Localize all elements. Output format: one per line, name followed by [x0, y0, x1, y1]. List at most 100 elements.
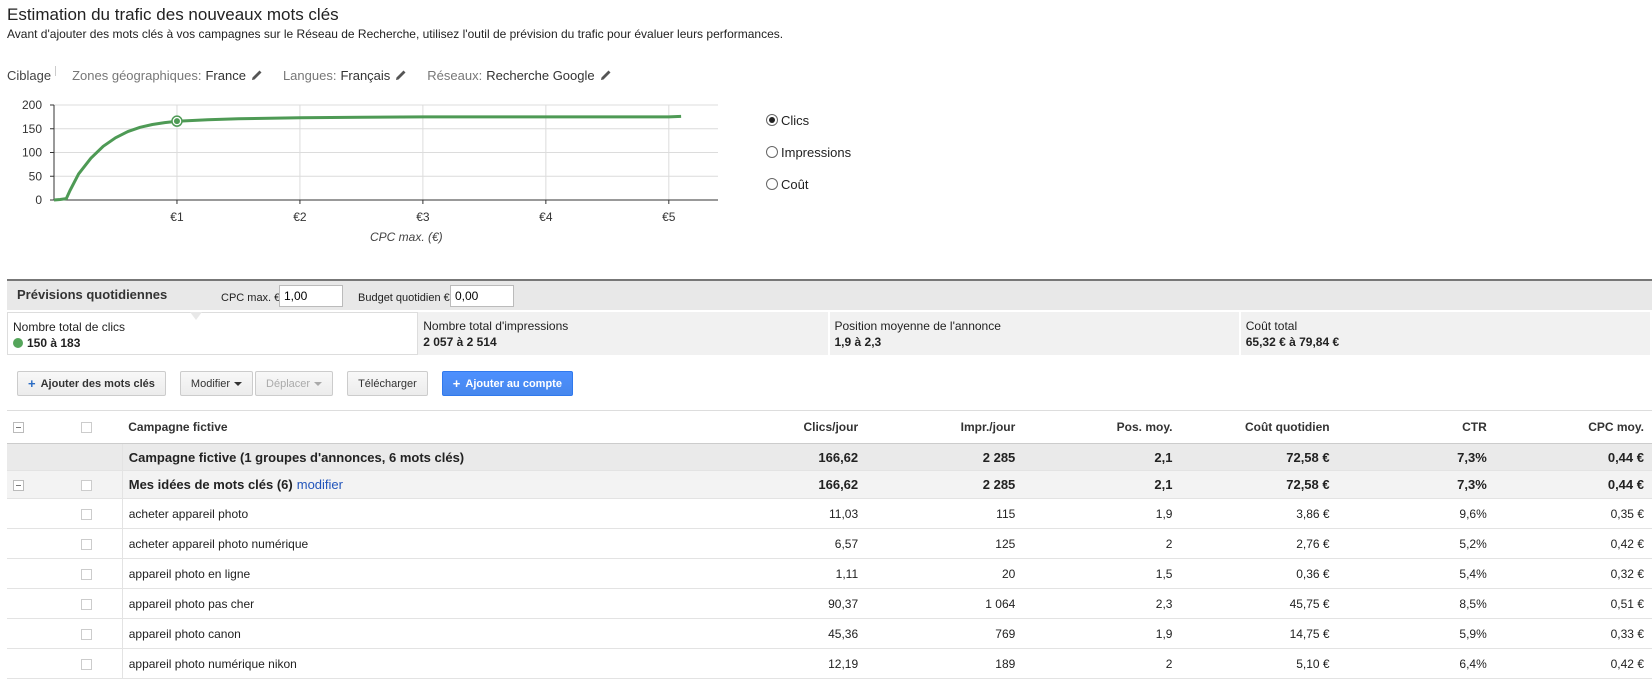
y-tick-label: 100 — [22, 146, 42, 160]
plus-icon: + — [452, 376, 461, 391]
metric-option-clicks[interactable]: Clics — [766, 112, 851, 128]
plus-icon: + — [28, 376, 36, 391]
targeting-network-key: Réseaux: — [427, 67, 483, 83]
keyword-metric: 45,36 — [708, 618, 867, 649]
page-title: Estimation du trafic des nouveaux mots c… — [7, 5, 339, 24]
keyword-metric: 6,57 — [708, 528, 867, 559]
keyword-metric: 769 — [866, 618, 1024, 649]
forecast-chart-svg: 0 50 100 150 200 €1 €2 €3 €4 €5 — [22, 98, 718, 224]
modify-group-link[interactable]: modifier — [297, 477, 343, 492]
ad-group-metric: 72,58 € — [1180, 470, 1338, 499]
chevron-down-icon — [234, 381, 243, 386]
empty-cell — [7, 588, 76, 619]
table-row: acheter appareil photo numérique 6,57 125 2… — [7, 528, 1652, 559]
row-checkbox[interactable] — [81, 658, 93, 670]
targeting-language[interactable]: Langues: Français — [283, 68, 407, 83]
ad-group-name: Mes idées de mots clés (6) — [128, 477, 293, 492]
keyword-cell: appareil photo en ligne — [121, 558, 709, 589]
keyword-metric: 20 — [866, 558, 1024, 589]
stat-total-impressions[interactable]: Nombre total d'impressions 2 057 à 2 514 — [418, 312, 830, 355]
keyword-metric: 0,33 € — [1494, 618, 1652, 649]
targeting-network[interactable]: Réseaux: Recherche Google — [427, 68, 611, 83]
ad-group-name-cell: Mes idées de mots clés (6) modifier — [121, 470, 709, 499]
table-header-row: Campagne fictive Clics/jour Impr./jour Pos.… — [7, 410, 1652, 444]
max-cpc-label: CPC max. € — [221, 292, 281, 304]
row-checkbox[interactable] — [81, 568, 93, 580]
stat-total-cost[interactable]: Coût total 65,32 € à 79,84 € — [1240, 312, 1652, 355]
keyword-metric: 5,4% — [1337, 558, 1495, 589]
ad-group-row: Mes idées de mots clés (6) modifier 166,62… — [7, 470, 1652, 499]
campaign-metric: 166,62 — [708, 443, 867, 471]
pencil-icon[interactable] — [600, 69, 612, 81]
page-subtitle: Avant d'ajouter des mots clés à vos camp… — [7, 27, 784, 41]
column-header[interactable]: CTR — [1337, 410, 1495, 444]
move-dropdown[interactable]: Déplacer — [255, 371, 334, 396]
collapse-icon[interactable] — [13, 480, 24, 492]
empty-cell — [7, 498, 76, 529]
keyword-metric: 45,75 € — [1180, 588, 1338, 619]
stat-avg-position[interactable]: Position moyenne de l'annonce 1,9 à 2,3 — [829, 312, 1241, 355]
keyword-metric: 0,35 € — [1494, 498, 1652, 529]
column-header[interactable]: Campagne fictive — [122, 410, 709, 444]
stat-label: Nombre total d'impressions — [423, 319, 569, 333]
keyword-metric: 1,9 — [1023, 498, 1181, 529]
column-header[interactable]: Coût quotidien — [1180, 410, 1338, 444]
daily-budget-input[interactable] — [450, 285, 514, 307]
metric-option-label: Clics — [781, 112, 810, 128]
add-to-account-label: Ajouter au compte — [465, 377, 562, 390]
radio-clicks[interactable] — [766, 114, 778, 126]
row-checkbox[interactable] — [81, 480, 93, 492]
forecast-stats: Nombre total de clics 150 à 183 Nombre t… — [7, 312, 1652, 355]
metric-option-impressions[interactable]: Impressions — [766, 144, 851, 160]
column-header[interactable]: Clics/jour — [708, 410, 867, 444]
keyword-metric: 0,42 € — [1494, 528, 1652, 559]
column-header[interactable]: Impr./jour — [866, 410, 1024, 444]
x-tick-label: €4 — [539, 210, 553, 224]
select-all-checkbox[interactable] — [81, 422, 93, 434]
radio-impressions[interactable] — [766, 146, 778, 158]
modify-dropdown[interactable]: Modifier — [179, 371, 254, 396]
modify-label: Modifier — [190, 377, 231, 390]
y-tick-label: 150 — [22, 122, 42, 136]
pencil-icon[interactable] — [395, 69, 407, 81]
add-to-account-button[interactable]: + Ajouter au compte — [441, 371, 573, 396]
targeting-divider — [55, 66, 57, 76]
campaign-metric: 72,58 € — [1180, 443, 1338, 471]
row-checkbox[interactable] — [81, 628, 93, 640]
targeting-location[interactable]: Zones géographiques: France — [72, 68, 263, 83]
campaign-metric: 2 285 — [866, 443, 1024, 471]
add-keywords-button[interactable]: + Ajouter des mots clés — [17, 371, 166, 396]
targeting-location-value: France — [205, 67, 246, 83]
keyword-metric: 12,19 — [708, 648, 867, 679]
row-checkbox[interactable] — [81, 598, 93, 610]
ad-group-metric: 2,1 — [1023, 470, 1181, 499]
max-cpc-input[interactable] — [279, 285, 343, 307]
download-button[interactable]: Télécharger — [347, 371, 428, 396]
keyword-metric: 90,37 — [708, 588, 867, 619]
keyword-metric: 0,51 € — [1494, 588, 1652, 619]
table-row: appareil photo numérique nikon 12,19 189 2 5… — [7, 648, 1652, 679]
stat-value-row: 150 à 183 — [13, 336, 412, 350]
daily-forecast-bar: Prévisions quotidiennes CPC max. € Budge… — [7, 279, 1652, 310]
add-keywords-label: Ajouter des mots clés — [40, 377, 155, 390]
table-row: appareil photo canon 45,36 769 1,9 14,75 €5,… — [7, 618, 1652, 649]
metric-option-cost[interactable]: Coût — [766, 176, 851, 192]
keyword-cell: appareil photo pas cher — [121, 588, 709, 619]
pencil-icon[interactable] — [251, 69, 263, 81]
column-header[interactable]: Pos. moy. — [1023, 410, 1181, 444]
empty-cell — [7, 528, 76, 559]
row-checkbox[interactable] — [81, 508, 93, 520]
row-checkbox[interactable] — [81, 538, 93, 550]
collapse-all-icon[interactable] — [13, 422, 24, 434]
radio-cost[interactable] — [766, 178, 778, 190]
column-header[interactable]: CPC moy. — [1494, 410, 1652, 444]
targeting-bar: Ciblage Zones géographiques: France Lang… — [7, 66, 632, 84]
keyword-metric: 3,86 € — [1180, 498, 1338, 529]
checkbox-cell — [7, 470, 76, 499]
checkbox-cell — [75, 470, 123, 499]
keyword-metric: 115 — [866, 498, 1024, 529]
keyword-metric: 5,10 € — [1180, 648, 1338, 679]
stat-total-clicks[interactable]: Nombre total de clics 150 à 183 — [7, 312, 419, 355]
empty-cell — [75, 443, 123, 471]
y-tick-label: 200 — [22, 98, 42, 112]
